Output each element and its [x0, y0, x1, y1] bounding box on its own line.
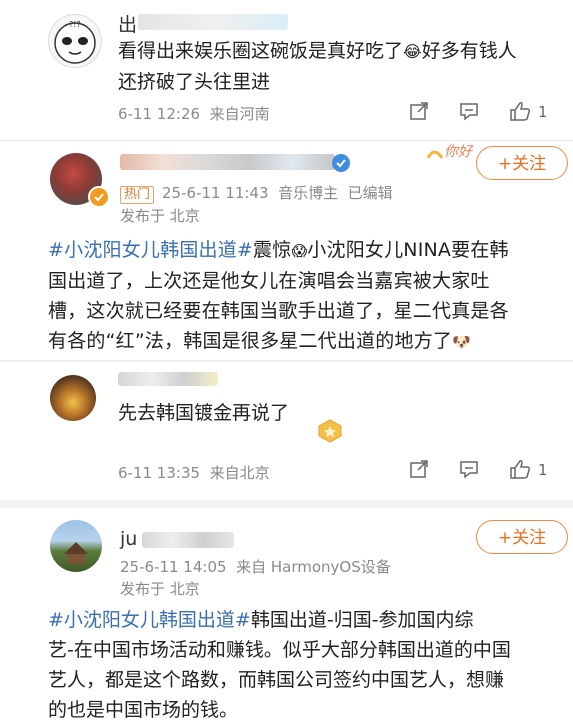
comment-meta: 6-11 12:26 来自河南 [118, 105, 270, 123]
comment-text: 看得出来娱乐圈这碗饭是真好吃了😂好多有钱人 还挤破了头往里进 [118, 40, 517, 93]
reply-meta: 6-11 13:35 来自北京 [118, 464, 270, 482]
laugh-cry-emoji-icon: 😂 [403, 42, 422, 61]
svg-text:?!?: ?!? [69, 20, 81, 29]
post-actions: 1 [400, 458, 560, 484]
gold-badge-icon [318, 419, 342, 443]
share-icon[interactable] [408, 100, 430, 122]
hashtag-link[interactable]: #小沈阳女儿韩国出道# [48, 239, 253, 261]
post-location: 发布于 北京 [120, 207, 200, 225]
follow-button[interactable]: +关注 [476, 520, 568, 554]
weibo-feed: ?!? 出 看得出来娱乐圈这碗饭是真好吃了😂好多有钱人 还挤破了头往里进 6-1… [0, 0, 573, 724]
commenter-name[interactable]: 出 [118, 10, 137, 37]
reply-avatar[interactable] [50, 375, 96, 421]
reply-text: 先去韩国镀金再说了 [118, 402, 290, 424]
cabin-photo-icon [64, 542, 88, 564]
svg-text:你好: 你好 [444, 144, 474, 160]
shock-emoji-icon: 😱 [291, 242, 308, 260]
like-count: 1 [538, 461, 548, 479]
redacted-name [138, 14, 288, 30]
post-body: #小沈阳女儿韩国出道#震惊😱小沈阳女儿NINA要在韩 国出道了，上次还是他女儿在… [48, 239, 509, 352]
comment-actions: 1 [400, 100, 560, 126]
hashtag-link[interactable]: #小沈阳女儿韩国出道# [48, 609, 251, 631]
divider [0, 500, 573, 508]
like-icon[interactable] [508, 100, 532, 122]
comment-avatar[interactable]: ?!? [48, 14, 102, 68]
divider [0, 140, 573, 141]
redacted-name [118, 372, 218, 386]
comment-icon[interactable] [458, 458, 480, 480]
hot-badge: 热门 [120, 186, 155, 204]
hot-reply-section [0, 360, 573, 362]
decorative-sticker-icon: 你好 [426, 144, 474, 160]
comment-icon[interactable] [458, 100, 480, 122]
post-author-avatar[interactable] [50, 520, 102, 572]
redacted-name [120, 154, 335, 170]
post-meta: 热门 25-6-11 11:43 音乐博主 已编辑 [120, 182, 393, 204]
like-icon[interactable] [508, 458, 532, 480]
author-name[interactable]: ju [120, 528, 137, 550]
verified-badge-icon [88, 186, 110, 208]
follow-button[interactable]: +关注 [476, 146, 568, 180]
post-location: 发布于 北京 [120, 580, 200, 598]
redacted-name [142, 532, 234, 548]
post-body: #小沈阳女儿韩国出道#韩国出道-归国-参加国内综 艺-在中国市场活动和赚钱。似乎… [48, 609, 511, 721]
doge-emoji-icon: 🐶 [452, 333, 471, 351]
verified-v-icon [332, 154, 350, 172]
like-count: 1 [538, 103, 548, 121]
panda-avatar-icon: ?!? [54, 20, 96, 64]
post-meta: 25-6-11 14:05 来自 HarmonyOS设备 [120, 558, 391, 576]
share-icon[interactable] [408, 458, 430, 480]
